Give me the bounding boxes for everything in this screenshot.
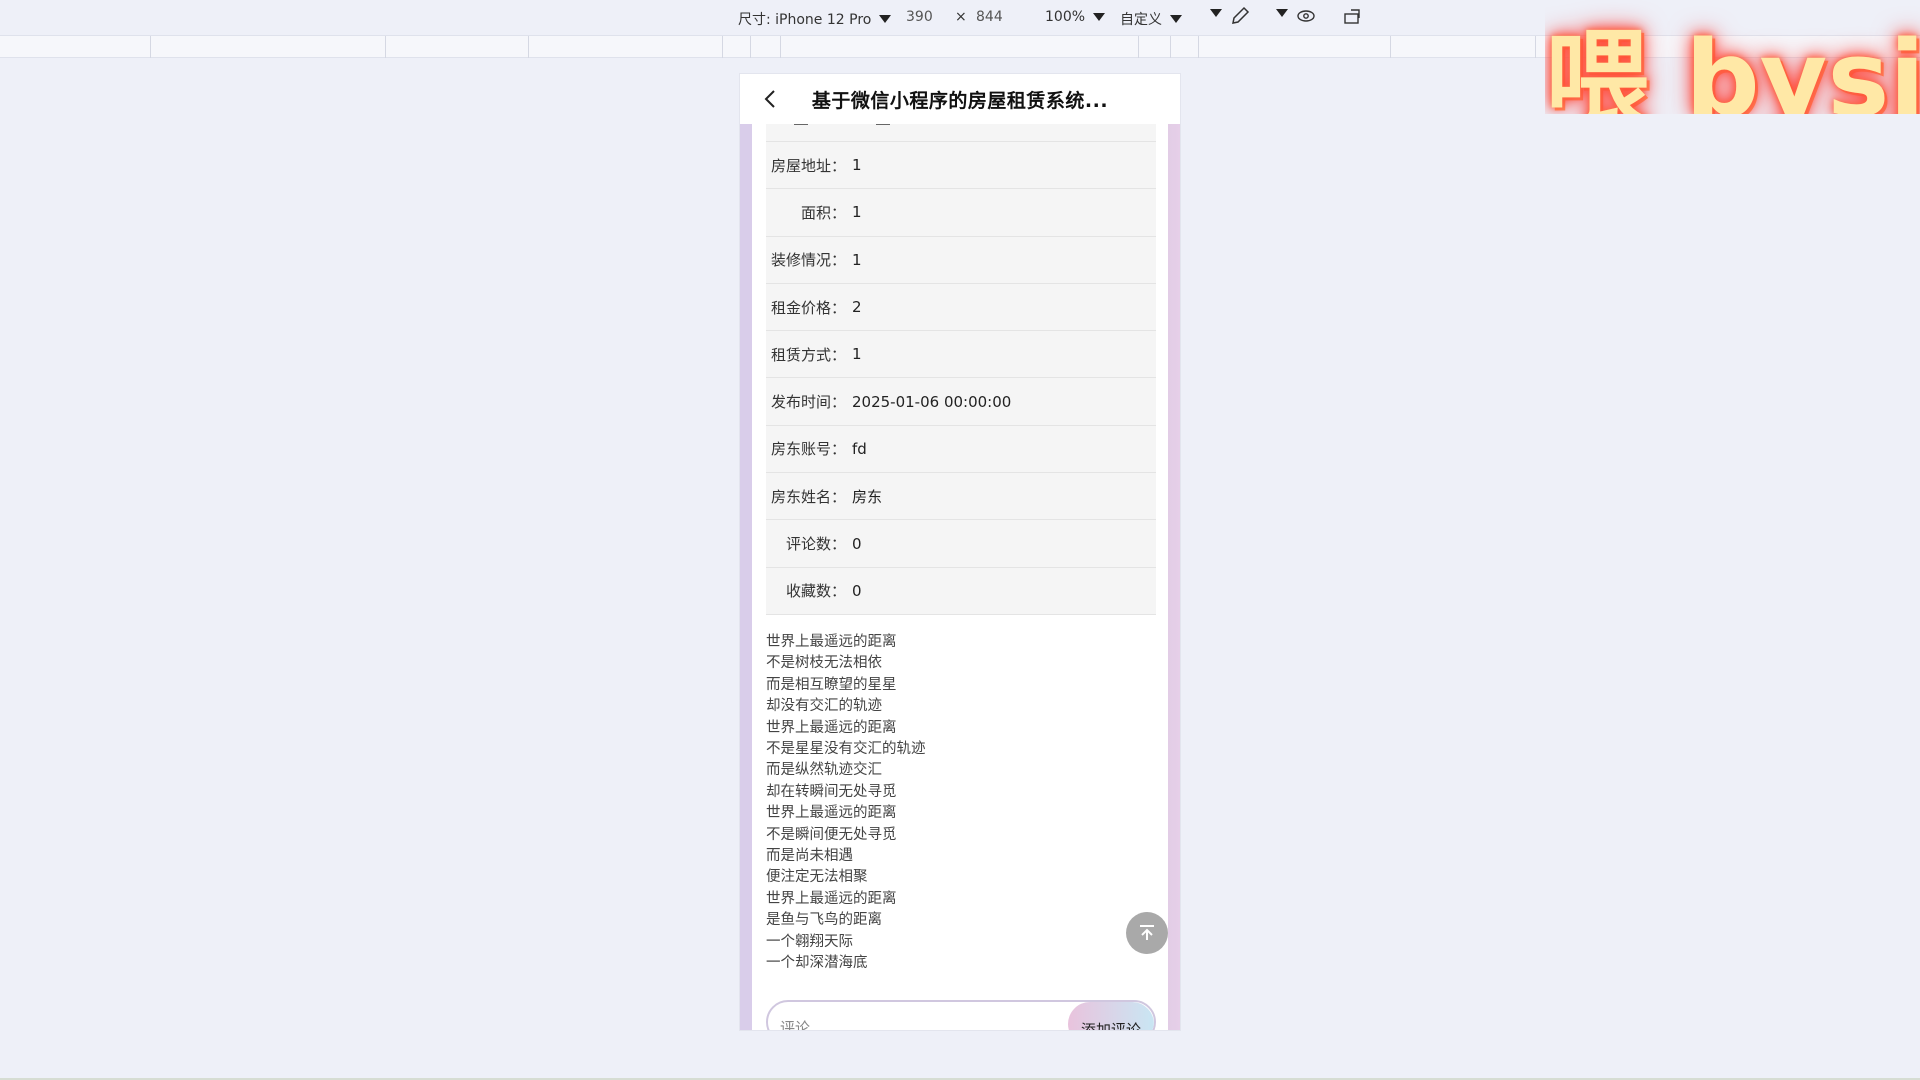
detail-value: fd — [852, 439, 867, 458]
detail-value: 0 — [852, 581, 862, 600]
detail-label: 装修情况： — [770, 251, 846, 270]
comment-bar: 添加评论 — [766, 1000, 1156, 1030]
description-line: 不是树枝无法相依 — [766, 655, 882, 672]
description-line: 是鱼与飞鸟的距离 — [766, 912, 882, 929]
detail-value: 2 — [852, 298, 862, 317]
partial-row — [766, 124, 1156, 142]
page-title: 基于微信小程序的房屋租赁系统... — [811, 89, 1109, 112]
detail-value: 1 — [852, 345, 862, 364]
zoom-label: 100% — [1045, 9, 1086, 25]
detail-label: 面积： — [800, 203, 846, 222]
more-options[interactable] — [1202, 9, 1222, 17]
detail-list: 房屋地址： 1 面积： 1 装修情况： 1 租金价格： 2 租赁方式： 1 发布时间： 2025-01… — [766, 142, 1156, 615]
zoom-select[interactable]: 100% — [1045, 9, 1106, 25]
device-height-input[interactable]: 844 — [976, 9, 1003, 25]
detail-label: 发布时间： — [770, 393, 846, 412]
device-label: 尺寸: iPhone 12 Pro — [738, 12, 872, 28]
watermark-text: 喂 bysj — [1545, 18, 1920, 114]
detail-row: 发布时间： 2025-01-06 00:00:00 — [766, 378, 1156, 426]
detail-inner: 房屋地址： 1 面积： 1 装修情况： 1 租金价格： 2 租赁方式： 1 发布时间： 2025-01… — [766, 124, 1156, 974]
comment-input[interactable] — [768, 1002, 1068, 1030]
description-line: 不是星星没有交汇的轨迹 — [766, 741, 926, 757]
description-line: 世界上最遥远的距离 — [766, 805, 897, 822]
rotate-icon[interactable] — [1343, 8, 1363, 26]
detail-label: 房东账号： — [770, 440, 846, 459]
detail-label: 评论数： — [785, 535, 846, 554]
detail-value: 1 — [852, 203, 862, 222]
arrow-up-to-top-icon — [1140, 925, 1154, 940]
dropdown-arrow-icon — [879, 15, 892, 23]
detail-row: 租赁方式： 1 — [766, 331, 1156, 379]
chevron-left-icon[interactable] — [760, 88, 782, 110]
description-text: 世界上最遥远的距离 不是树枝无法相依 而是相互瞭望的星星 却没有交汇的轨迹 世界上最遥远… — [766, 632, 1156, 975]
description-line: 世界上最遥远的距离 — [766, 719, 897, 736]
description-line: 却在转瞬间无处寻觅 — [766, 783, 897, 800]
device-select[interactable]: 尺寸: iPhone 12 Pro — [738, 9, 892, 29]
detail-value: 房东 — [852, 487, 883, 506]
detail-label: 租金价格： — [770, 298, 846, 317]
detail-row: 房东姓名： 房东 — [766, 473, 1156, 521]
description-line: 而是纵然轨迹交汇 — [766, 762, 882, 779]
dropdown-arrow-icon — [1170, 15, 1182, 23]
add-comment-button[interactable]: 添加评论 — [1068, 1002, 1154, 1030]
phone-viewport: 基于微信小程序的房屋租赁系统... 房屋地址： 1 面积： 1 装修情况： 1 租金价格： 2… — [740, 74, 1180, 1030]
description-line: 却没有交汇的轨迹 — [766, 698, 882, 715]
description-line: 一个却深潜海底 — [766, 955, 868, 972]
detail-row: 房屋地址： 1 — [766, 142, 1156, 190]
description-line: 不是瞬间便无处寻觅 — [766, 826, 897, 843]
description-line: 世界上最遥远的距离 — [766, 890, 897, 907]
detail-label: 收藏数： — [785, 582, 846, 601]
detail-row: 面积： 1 — [766, 189, 1156, 237]
detail-content[interactable]: 房屋地址： 1 面积： 1 装修情况： 1 租金价格： 2 租赁方式： 1 发布时间： 2025-01… — [740, 124, 1180, 1030]
eye-icon[interactable] — [1296, 8, 1316, 24]
description-line: 而是尚未相遇 — [766, 848, 853, 865]
description-line: 而是相互瞭望的星星 — [766, 676, 897, 693]
detail-row: 评论数： 0 — [766, 520, 1156, 568]
dropdown-arrow-icon — [1210, 9, 1222, 17]
detail-row: 租金价格： 2 — [766, 283, 1156, 332]
throttle-select[interactable]: 自定义 — [1120, 9, 1182, 29]
detail-value: 2025-01-06 00:00:00 — [852, 392, 1012, 411]
eyedropper-icon[interactable] — [1230, 6, 1250, 26]
dropdown-arrow-icon — [1093, 13, 1106, 21]
detail-value: 1 — [852, 156, 862, 175]
detail-row: 装修情况： 1 — [766, 236, 1156, 284]
detail-row: 收藏数： 0 — [766, 567, 1156, 615]
vision-select[interactable] — [1268, 9, 1288, 17]
detail-row: 房东账号： fd — [766, 425, 1156, 474]
detail-label: 房屋地址： — [770, 156, 846, 175]
navigation-bar: 基于微信小程序的房屋租赁系统... — [740, 74, 1180, 124]
detail-label: 租赁方式： — [770, 345, 846, 364]
back-to-top-button[interactable] — [1126, 912, 1168, 954]
device-width-input[interactable]: 390 — [906, 9, 933, 25]
detail-value: 0 — [852, 534, 862, 553]
description-line: 世界上最遥远的距离 — [766, 633, 897, 650]
description-line: 便注定无法相聚 — [766, 869, 868, 886]
dimension-separator: × — [955, 9, 967, 25]
detail-label: 房东姓名： — [770, 487, 846, 506]
description-line: 一个翱翔天际 — [766, 933, 853, 950]
custom-label: 自定义 — [1120, 12, 1162, 28]
dropdown-arrow-icon — [1276, 9, 1288, 17]
detail-value: 1 — [852, 250, 862, 269]
